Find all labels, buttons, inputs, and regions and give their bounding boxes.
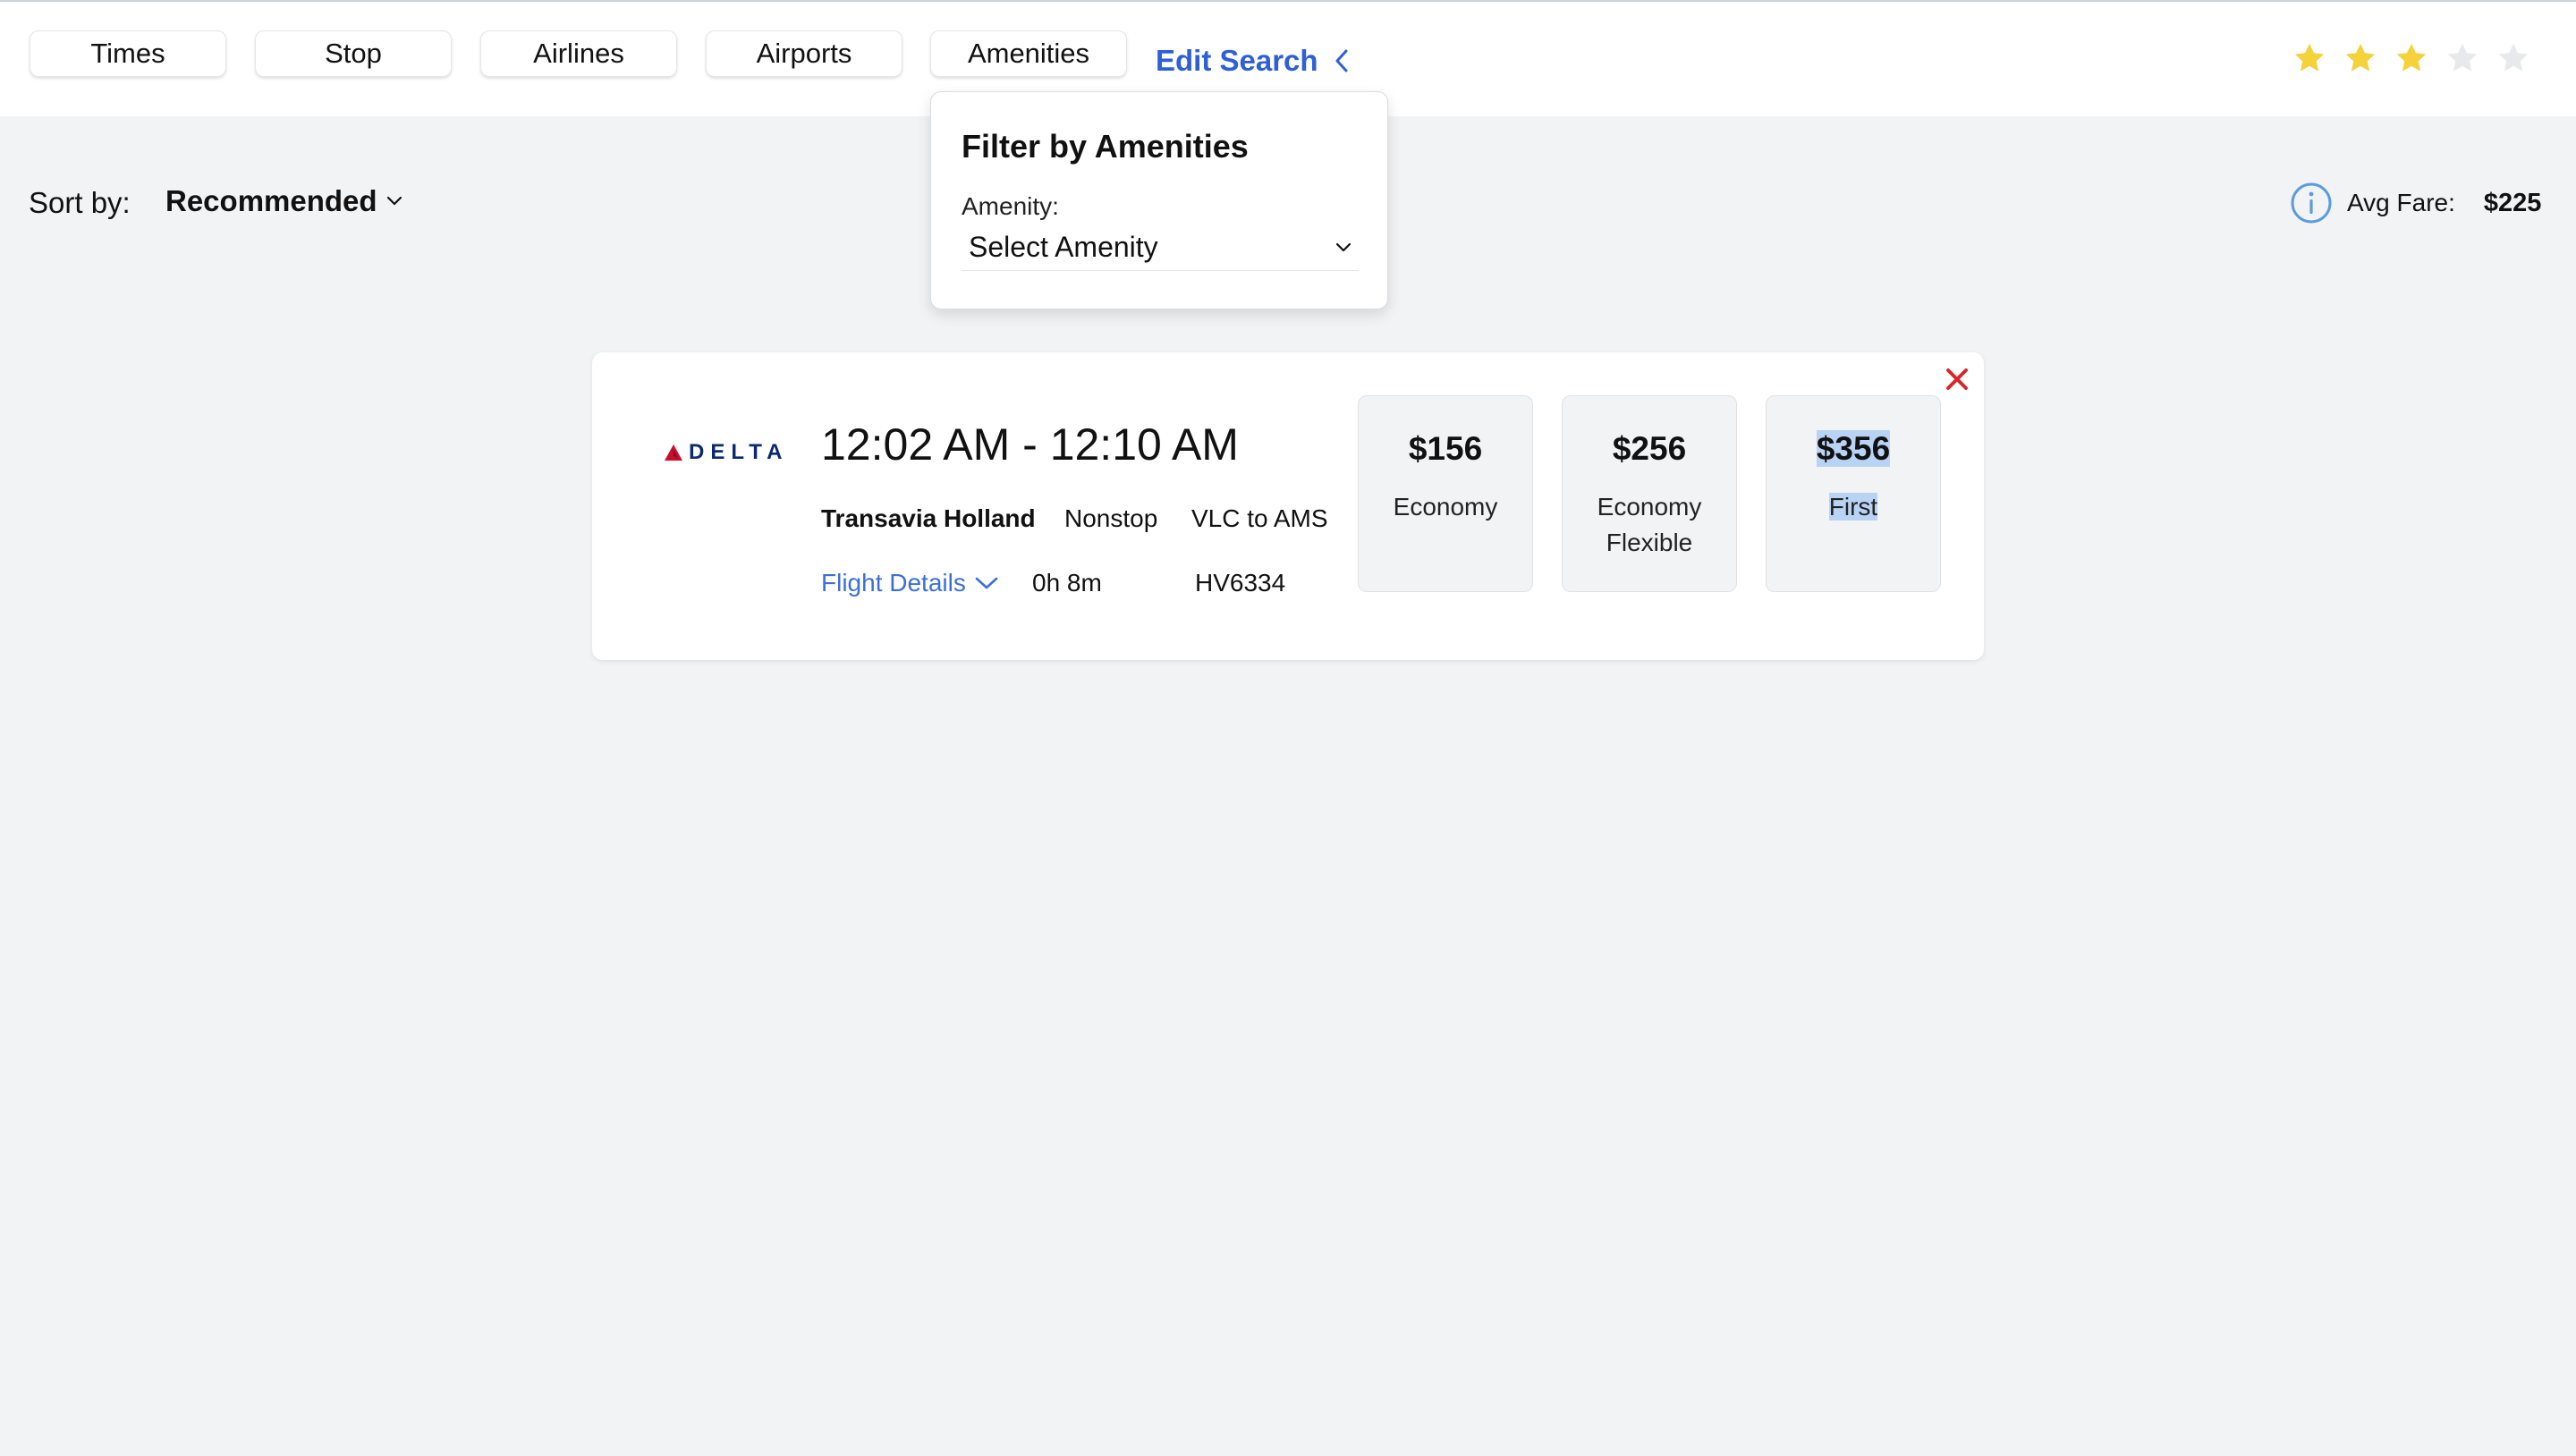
fare-price-text: $356 xyxy=(1816,430,1891,467)
fare-price: $156 xyxy=(1408,430,1483,467)
chevron-left-icon xyxy=(1335,49,1348,72)
amenities-filter-panel: Filter by Amenities Amenity: Select Amen… xyxy=(930,91,1388,309)
star-rating[interactable] xyxy=(2292,41,2530,75)
avg-fare: Avg Fare: $225 xyxy=(2290,181,2541,225)
fare-option-economy-flexible[interactable]: $256 Economy Flexible xyxy=(1562,395,1737,592)
fare-option-first[interactable]: $356 First xyxy=(1766,395,1941,592)
chevron-down-icon xyxy=(386,196,402,206)
route-info: VLC to AMS xyxy=(1191,504,1328,532)
sort-by-value: Recommended xyxy=(165,184,377,217)
filter-airlines-button[interactable]: Airlines xyxy=(480,30,677,77)
avg-fare-label: Avg Fare: xyxy=(2347,189,2455,216)
edit-search-label: Edit Search xyxy=(1156,44,1318,77)
flight-number: HV6334 xyxy=(1195,569,1286,597)
flight-result-card: DELTA 12:02 AM - 12:10 AM Transavia Holl… xyxy=(592,352,1984,660)
stops-info: Nonstop xyxy=(1064,504,1158,532)
filter-airports-button[interactable]: Airports xyxy=(706,30,902,77)
fare-class: First xyxy=(1767,489,1940,525)
fare-class: Economy xyxy=(1393,493,1498,521)
delta-triangle-icon xyxy=(665,444,682,461)
flight-details-label: Flight Details xyxy=(821,569,966,597)
chevron-down-icon xyxy=(1335,242,1352,251)
fare-price: $256 xyxy=(1612,430,1687,467)
star-icon[interactable] xyxy=(2445,41,2479,75)
airline-logo-text: DELTA xyxy=(689,440,789,464)
flight-duration: 0h 8m xyxy=(1032,569,1102,597)
filter-stop-button[interactable]: Stop xyxy=(255,30,452,77)
star-icon[interactable] xyxy=(2394,41,2428,75)
fare-price: $356 xyxy=(1767,430,1940,468)
close-icon[interactable] xyxy=(1945,367,1970,392)
avg-fare-value: $225 xyxy=(2483,188,2542,217)
star-icon[interactable] xyxy=(2292,41,2326,75)
sort-by-dropdown[interactable]: Recommended xyxy=(165,184,402,218)
fare-class-text: First xyxy=(1828,493,1878,521)
info-icon[interactable] xyxy=(2290,182,2333,224)
edit-search-button[interactable]: Edit Search xyxy=(1156,41,1349,80)
amenities-panel-title: Filter by Amenities xyxy=(962,128,1249,165)
amenity-select[interactable]: Select Amenity xyxy=(962,224,1359,271)
chevron-down-icon xyxy=(975,577,998,589)
amenity-label: Amenity: xyxy=(962,192,1059,220)
flight-details-toggle[interactable]: Flight Details xyxy=(821,569,998,597)
filter-amenities-button[interactable]: Amenities xyxy=(930,30,1127,77)
star-icon[interactable] xyxy=(2343,41,2377,75)
airline-logo: DELTA xyxy=(664,440,788,465)
filter-times-button[interactable]: Times xyxy=(30,30,226,77)
sort-by-label: Sort by: xyxy=(29,186,131,219)
fare-class: Economy Flexible xyxy=(1597,493,1702,556)
carrier-name: Transavia Holland xyxy=(821,504,1036,532)
star-icon[interactable] xyxy=(2496,41,2530,75)
flight-times: 12:02 AM - 12:10 AM xyxy=(821,419,1239,470)
amenity-select-value: Select Amenity xyxy=(969,231,1158,263)
fare-option-economy[interactable]: $156 Economy xyxy=(1358,395,1533,592)
